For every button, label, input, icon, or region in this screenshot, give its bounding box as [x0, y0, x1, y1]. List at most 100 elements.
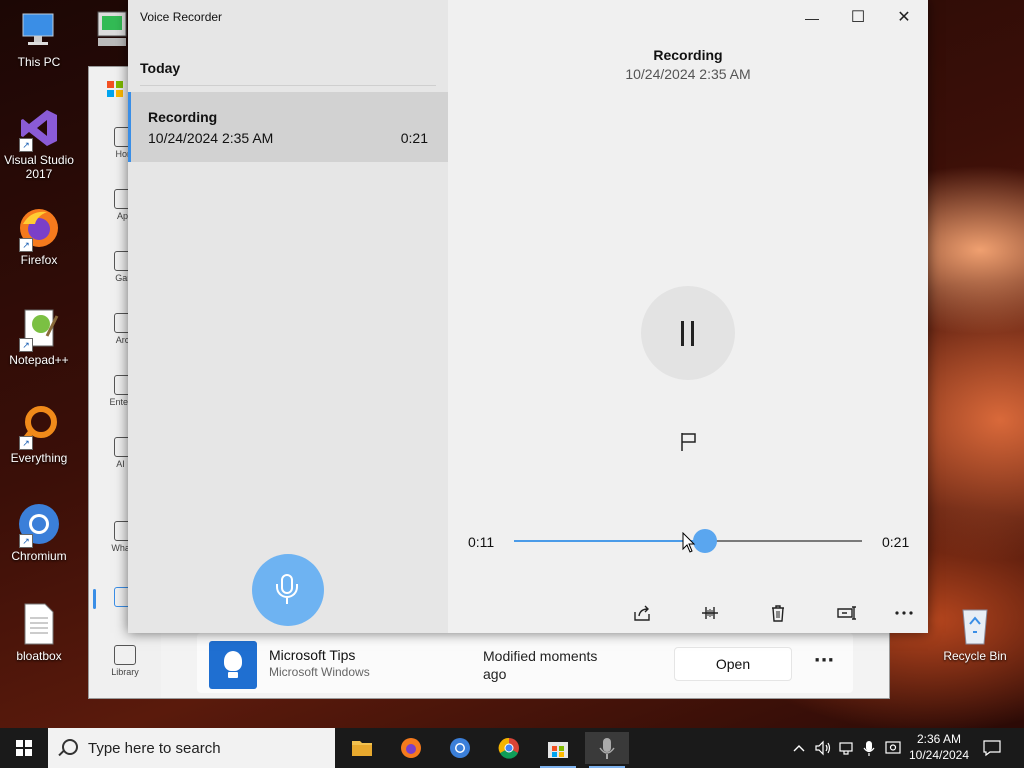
desktop-icon-recycle-bin[interactable]: Recycle Bin — [937, 602, 1013, 663]
taskbar-firefox[interactable] — [389, 732, 433, 764]
chromium-icon — [450, 738, 470, 758]
desktop-icon-label: Firefox — [20, 253, 58, 267]
desktop-icon-notepad-plus-plus[interactable]: ↗ Notepad++ — [1, 306, 77, 367]
library-app-row[interactable]: Microsoft Tips Microsoft Windows Modifie… — [197, 633, 853, 693]
recording-date: 10/24/2024 2:35 AM — [148, 130, 274, 146]
notifications-button[interactable] — [982, 738, 1002, 761]
mouse-pointer-icon — [682, 531, 696, 554]
shortcut-arrow-icon: ↗ — [19, 436, 33, 450]
taskbar-store[interactable] — [536, 732, 580, 768]
trash-icon — [772, 605, 784, 622]
share-button[interactable] — [628, 600, 656, 626]
shortcut-arrow-icon: ↗ — [19, 338, 33, 352]
flag-icon — [681, 433, 696, 451]
nav-selection-indicator — [93, 589, 96, 609]
document-icon — [17, 602, 61, 646]
clock-time: 2:36 AM — [916, 732, 962, 746]
desktop-icon-label: Chromium — [11, 549, 67, 563]
screen-record-icon — [885, 741, 901, 754]
taskbar-clock[interactable]: 2:36 AM 10/24/2024 — [908, 731, 970, 763]
everything-search-icon: ↗ — [17, 404, 61, 450]
more-button[interactable] — [890, 600, 918, 626]
notification-icon — [983, 740, 1001, 757]
store-bag-icon — [548, 742, 568, 758]
taskbar: Type here to search 2:36 AM 10/24/2024 — [0, 728, 1024, 768]
taskbar-chrome[interactable] — [487, 732, 531, 764]
current-recording-date: 10/24/2024 2:35 AM — [625, 66, 751, 82]
rename-icon — [837, 606, 856, 620]
desktop-icon-this-pc[interactable]: This PC — [1, 8, 77, 69]
record-button[interactable] — [252, 554, 324, 626]
taskbar-voice-recorder[interactable] — [585, 732, 629, 768]
desktop-icon-label: Visual Studio 2017 — [4, 153, 74, 181]
clock-date: 10/24/2024 — [908, 748, 970, 762]
shortcut-arrow-icon: ↗ — [19, 138, 33, 152]
volume-button[interactable] — [814, 738, 832, 761]
current-recording-name: Recording — [653, 47, 723, 63]
shortcut-arrow-icon: ↗ — [19, 534, 33, 548]
visual-studio-icon: ↗ — [17, 106, 61, 152]
voice-recorder-window: Voice Recorder Today Recording 10/24/202… — [128, 0, 928, 633]
desktop-icon-partial[interactable] — [84, 8, 128, 55]
app-publisher: Microsoft Windows — [269, 665, 370, 679]
more-options-button[interactable]: ··· — [809, 647, 839, 679]
more-icon — [895, 611, 913, 615]
recordings-pane: Voice Recorder Today Recording 10/24/202… — [128, 0, 448, 633]
store-logo-icon — [107, 81, 123, 97]
slider-fill — [514, 540, 706, 542]
rename-button[interactable] — [832, 600, 860, 626]
app-modified-status: Modified moments ago — [483, 648, 598, 682]
desktop-icon-firefox[interactable]: ↗ Firefox — [1, 206, 77, 267]
total-time: 0:21 — [882, 534, 910, 550]
divider — [140, 85, 436, 86]
chrome-icon — [498, 737, 519, 759]
taskbar-chromium[interactable] — [438, 732, 482, 764]
lightbulb-icon — [209, 641, 257, 689]
delete-button[interactable] — [764, 600, 792, 626]
desktop-icon-label: Everything — [10, 451, 68, 465]
show-hidden-icons-button[interactable] — [792, 738, 806, 761]
microphone-icon — [863, 741, 875, 756]
desktop-icon-chromium[interactable]: ↗ Chromium — [1, 502, 77, 563]
shortcut-arrow-icon: ↗ — [19, 238, 33, 252]
recording-list-item[interactable]: Recording 10/24/2024 2:35 AM 0:21 — [128, 92, 448, 162]
taskbar-file-explorer[interactable] — [340, 732, 384, 764]
window-title: Voice Recorder — [140, 10, 223, 24]
trim-button[interactable] — [696, 600, 724, 626]
screen-capture-button[interactable] — [884, 738, 902, 761]
chromium-icon: ↗ — [17, 502, 61, 548]
desktop-icon-bloatbox[interactable]: bloatbox — [1, 602, 77, 663]
minimize-button[interactable]: — — [792, 4, 832, 32]
microphone-icon — [599, 738, 615, 759]
chevron-up-icon — [793, 745, 805, 752]
close-button[interactable]: ✕ — [884, 4, 924, 32]
notepad-plus-plus-icon: ↗ — [17, 306, 61, 352]
store-nav-library[interactable]: Library — [89, 645, 161, 677]
desktop-icon-visual-studio[interactable]: ↗ Visual Studio 2017 — [1, 106, 77, 181]
maximize-button[interactable]: ☐ — [838, 4, 878, 32]
folder-icon — [352, 741, 372, 756]
desktop-icon-label: Recycle Bin — [943, 649, 1007, 663]
trim-icon — [702, 607, 718, 619]
open-button[interactable]: Open — [674, 647, 792, 681]
search-placeholder: Type here to search — [88, 740, 221, 757]
recycle-bin-icon — [953, 602, 997, 646]
speaker-icon — [815, 740, 831, 756]
add-marker-button[interactable] — [680, 432, 698, 452]
desktop-icon-label: bloatbox — [16, 649, 62, 663]
slider-thumb[interactable] — [693, 529, 718, 553]
desktop-icon-everything[interactable]: ↗ Everything — [1, 404, 77, 465]
network-icon — [839, 742, 853, 755]
microphone-in-use-button[interactable] — [862, 738, 876, 761]
share-icon — [634, 605, 650, 621]
taskbar-search-box[interactable]: Type here to search — [48, 728, 335, 768]
computer-icon — [17, 8, 61, 52]
desktop-icon-label: This PC — [17, 55, 61, 69]
desktop-icon-label: Notepad++ — [9, 353, 69, 367]
selection-accent — [128, 92, 131, 162]
pause-button[interactable] — [641, 286, 735, 380]
network-button[interactable] — [838, 738, 856, 761]
recording-name: Recording — [148, 109, 218, 125]
windows-logo-icon — [16, 740, 32, 756]
start-button[interactable] — [0, 728, 48, 768]
